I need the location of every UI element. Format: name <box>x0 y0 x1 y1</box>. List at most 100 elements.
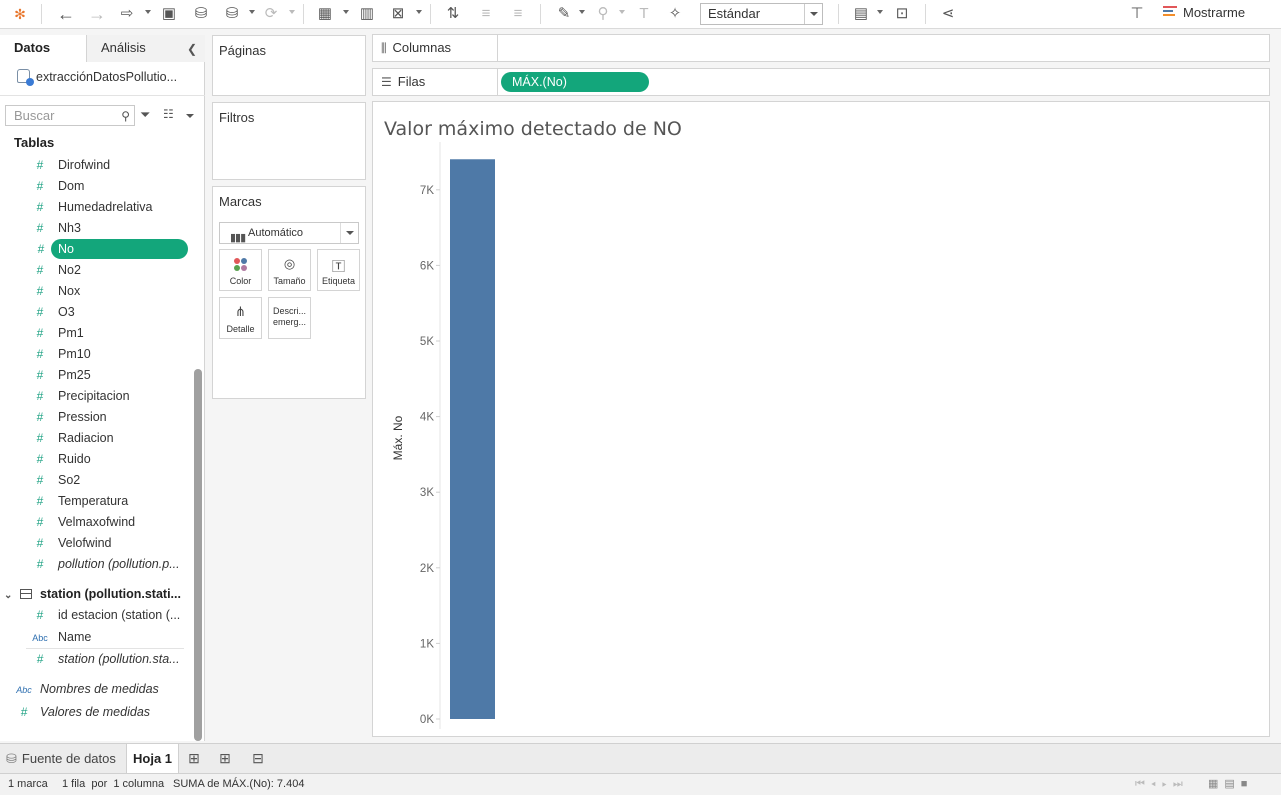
rows-pill[interactable]: MÁX.(No) <box>501 72 649 92</box>
search-placeholder: Buscar <box>14 108 55 123</box>
pages-card[interactable]: Páginas <box>212 35 366 96</box>
tableau-logo-icon[interactable]: ✻ <box>9 4 31 24</box>
datasource-item[interactable]: extracciónDatosPollutio... <box>17 69 178 86</box>
mark-type-select[interactable]: ▮▮▮ Automático <box>219 222 359 244</box>
field-label: Pm25 <box>58 368 91 382</box>
new-worksheet-icon[interactable]: ⊞ <box>183 748 205 768</box>
bar-mark[interactable] <box>450 159 495 720</box>
field-item[interactable]: # No2 <box>30 260 188 280</box>
tab-data[interactable]: Datos <box>0 35 87 62</box>
field-item[interactable]: # O3 <box>30 302 188 322</box>
new-dashboard-icon[interactable]: ⊞ <box>214 748 236 768</box>
new-story-icon[interactable]: ⊟ <box>247 748 269 768</box>
field-item[interactable]: # Nh3 <box>30 218 188 238</box>
color-button[interactable]: Color <box>219 249 262 291</box>
number-icon: # <box>36 347 44 361</box>
field-item[interactable]: # Velofwind <box>30 533 188 553</box>
show-me-icon <box>1163 6 1177 18</box>
number-icon: # <box>36 305 44 319</box>
field-item[interactable]: # Pm1 <box>30 323 188 343</box>
highlight-dropdown-icon[interactable] <box>579 10 585 14</box>
measure-values-field[interactable]: # Valores de medidas <box>14 702 172 722</box>
field-item[interactable]: Abc Name <box>30 627 188 647</box>
field-item[interactable]: # Temperatura <box>30 491 188 511</box>
field-item[interactable]: # Precipitacion <box>30 386 188 406</box>
pause-dropdown-icon[interactable] <box>249 10 255 14</box>
columns-shelf[interactable]: ⫼ Columnas <box>372 34 1270 62</box>
clear-icon[interactable]: ⊠ <box>387 4 409 24</box>
field-item[interactable]: # No <box>38 239 188 259</box>
tab-sheet1[interactable]: Hoja 1 <box>126 744 180 773</box>
field-item[interactable]: # So2 <box>30 470 188 490</box>
toolbar-separator <box>925 4 926 24</box>
pin-icon[interactable]: ✧ <box>664 4 686 24</box>
redirect-icon[interactable]: ⇨ <box>116 4 138 24</box>
group-dropdown-icon[interactable] <box>619 10 625 14</box>
swap-icon[interactable]: ⇅ <box>442 4 464 24</box>
chevron-down-icon[interactable] <box>186 114 194 118</box>
tooltip-button[interactable]: Descri... emerg... <box>268 297 311 339</box>
field-item[interactable]: # Pm10 <box>30 344 188 364</box>
field-item[interactable]: # Dirofwind <box>30 155 188 175</box>
rows-shelf[interactable]: ☰ Filas MÁX.(No) <box>372 68 1270 96</box>
search-input[interactable]: Buscar ⚲ <box>5 105 135 126</box>
field-item[interactable]: # Velmaxofwind <box>30 512 188 532</box>
number-icon: # <box>36 389 44 403</box>
redirect-dropdown-icon[interactable] <box>145 10 151 14</box>
number-icon: # <box>36 284 44 298</box>
list-view-icon[interactable]: ☷ <box>163 107 174 121</box>
collapse-pane-icon[interactable]: ❮ <box>187 42 197 56</box>
field-item[interactable]: # Pression <box>30 407 188 427</box>
field-item[interactable]: # Radiacion <box>30 428 188 448</box>
show-me-button[interactable]: Mostrarme <box>1163 5 1245 20</box>
cards-icon[interactable]: ▤ <box>850 4 872 24</box>
fit-select[interactable]: Estándar <box>700 3 823 25</box>
share-icon[interactable]: ⋖ <box>937 4 959 24</box>
pause-updates-icon[interactable]: ⛁ <box>221 4 243 24</box>
refresh-dropdown-icon[interactable] <box>289 10 295 14</box>
field-label: Dom <box>58 179 85 193</box>
label-icon[interactable]: T <box>633 4 655 24</box>
label-button[interactable]: 🅃 Etiqueta <box>317 249 360 291</box>
field-item[interactable]: # Nox <box>30 281 188 301</box>
filters-card[interactable]: Filtros <box>212 102 366 180</box>
new-datasource-icon[interactable]: ⛁ <box>190 4 212 24</box>
measure-names-field[interactable]: Abc Nombres de medidas <box>14 679 172 699</box>
clear-dropdown-icon[interactable] <box>416 10 422 14</box>
number-icon: # <box>36 326 44 340</box>
redo-icon[interactable]: → <box>86 4 108 24</box>
pushpin-icon[interactable]: ⊤ <box>1126 4 1148 24</box>
filter-icon[interactable]: ⏷ <box>140 107 150 123</box>
field-label: pollution (pollution.p... <box>58 557 180 571</box>
new-worksheet-dropdown-icon[interactable] <box>343 10 349 14</box>
group-icon[interactable]: ⚲ <box>592 4 614 24</box>
field-item[interactable]: # pollution (pollution.p... <box>30 554 188 574</box>
undo-icon[interactable]: ← <box>55 4 77 24</box>
viz-area[interactable]: Valor máximo detectado de NO 0K 1K 2K 3K 4K 5… <box>372 101 1270 737</box>
field-item[interactable]: # Ruido <box>30 449 188 469</box>
detail-button[interactable]: ⋔ Detalle <box>219 297 262 339</box>
duplicate-icon[interactable]: ▥ <box>356 4 378 24</box>
highlight-icon[interactable]: ✎ <box>553 4 575 24</box>
field-item[interactable]: # Dom <box>30 176 188 196</box>
sort-asc-icon[interactable]: ≡ <box>475 4 497 24</box>
tab-datasource[interactable]: ⛁ Fuente de datos <box>0 744 122 773</box>
sheet-nav-icons[interactable]: ⏮◂▸⏭ <box>1135 774 1189 794</box>
field-item[interactable]: # id estacion (station (... <box>30 605 188 625</box>
field-item[interactable]: # Pm25 <box>30 365 188 385</box>
datasource-name: extracciónDatosPollutio... <box>36 70 178 84</box>
chevron-down-icon <box>804 4 822 24</box>
sort-desc-icon[interactable]: ≡ <box>507 4 529 24</box>
cards-dropdown-icon[interactable] <box>877 10 883 14</box>
station-table-header[interactable]: ⌄ station (pollution.stati... <box>4 587 181 601</box>
refresh-icon[interactable]: ⟳ <box>260 4 282 24</box>
field-item[interactable]: # station (pollution.sta... <box>30 649 188 669</box>
presentation-icon[interactable]: ⊡ <box>891 4 913 24</box>
field-item[interactable]: # Humedadrelativa <box>30 197 188 217</box>
view-mode-icons[interactable]: ▦▤■ <box>1208 774 1253 794</box>
size-button[interactable]: ◎ Tamaño <box>268 249 311 291</box>
new-worksheet-icon[interactable]: ▦ <box>314 4 336 24</box>
measure-names-label: Nombres de medidas <box>40 682 159 696</box>
save-icon[interactable]: ▣ <box>158 4 180 24</box>
scrollbar[interactable] <box>194 369 202 741</box>
